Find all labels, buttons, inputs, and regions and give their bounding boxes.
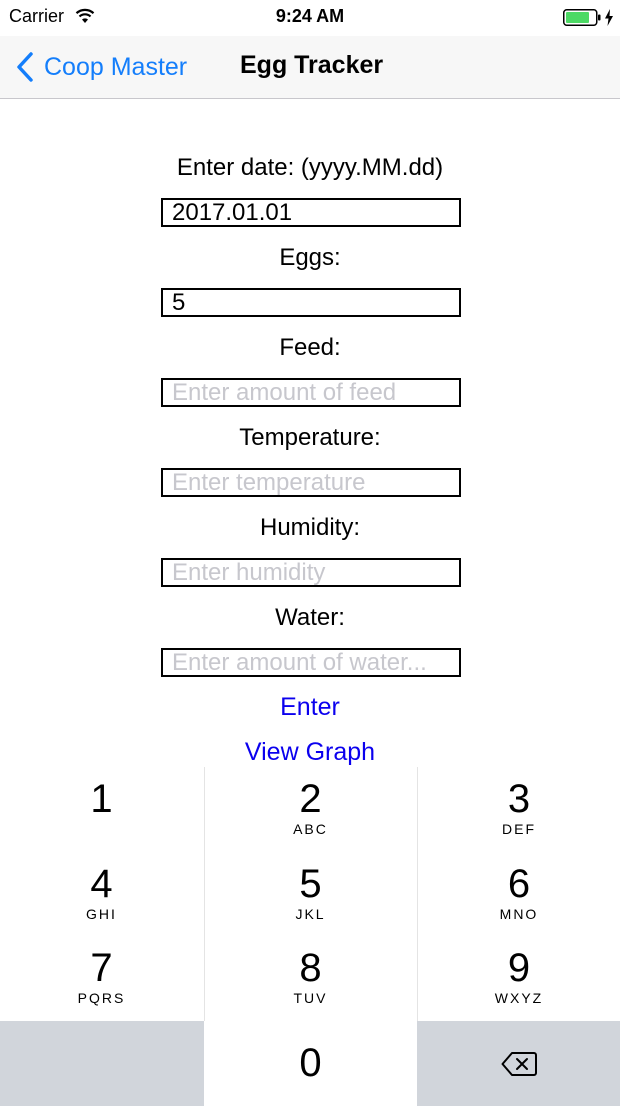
key-8[interactable]: 8 TUV [205,936,416,1020]
key-digit: 9 [507,946,531,990]
key-digit: 1 [90,777,113,821]
temperature-field[interactable] [161,468,461,497]
backspace-icon [501,1052,537,1076]
divider [204,767,205,1021]
key-digit: 3 [507,777,531,821]
feed-field[interactable] [161,378,461,407]
key-digit: 4 [90,862,113,906]
key-letters: DEF [502,821,536,837]
key-2[interactable]: 2 ABC [205,767,416,851]
status-bar: Carrier 9:24 AM [0,0,620,36]
divider [417,767,418,1021]
key-digit: 7 [90,946,113,990]
key-digit: 0 [299,1041,322,1085]
numeric-keypad: 1 2 ABC 3 DEF 4 GHI 5 JKL 6 MNO 7 PQRS 8… [0,767,620,1106]
key-5[interactable]: 5 JKL [205,852,416,936]
key-digit: 6 [507,862,531,906]
key-letters: ABC [293,821,328,837]
key-letters: TUV [293,990,328,1006]
feed-label: Feed: [279,334,341,361]
battery-icon [563,9,601,26]
blank-key [0,1021,204,1106]
temperature-label: Temperature: [239,424,381,451]
navigation-bar: Coop Master Egg Tracker [0,36,620,99]
status-time: 9:24 AM [275,6,345,26]
key-letters: MNO [499,906,539,922]
key-letters: WXYZ [494,990,544,1006]
key-3[interactable]: 3 DEF [418,767,620,851]
date-field[interactable] [161,198,461,227]
key-7[interactable]: 7 PQRS [0,936,203,1020]
water-field[interactable] [161,648,461,677]
chevron-left-icon [17,52,33,82]
back-button[interactable]: Coop Master [16,50,187,84]
key-1[interactable]: 1 [0,767,203,851]
humidity-field[interactable] [161,558,461,587]
key-digit: 8 [299,946,322,990]
eggs-label: Eggs: [279,244,341,271]
eggs-field[interactable] [161,288,461,317]
enter-button[interactable]: Enter [0,691,620,723]
humidity-label: Humidity: [259,514,361,541]
key-6[interactable]: 6 MNO [418,852,620,936]
key-9[interactable]: 9 WXYZ [418,936,620,1020]
key-digit: 2 [299,777,322,821]
date-label: Enter date: (yyyy.MM.dd) [176,154,444,181]
page-title: Egg Tracker [240,51,384,79]
key-4[interactable]: 4 GHI [0,852,203,936]
back-label: Coop Master [44,52,188,81]
charging-bolt-icon [605,9,613,26]
water-label: Water: [275,604,345,631]
view-graph-button[interactable]: View Graph [0,736,620,768]
key-letters: PQRS [77,990,126,1006]
key-letters: GHI [86,906,117,922]
key-0[interactable]: 0 [205,1021,416,1106]
delete-button[interactable] [417,1021,620,1106]
key-digit: 5 [299,862,322,906]
key-letters: JKL [295,906,326,922]
